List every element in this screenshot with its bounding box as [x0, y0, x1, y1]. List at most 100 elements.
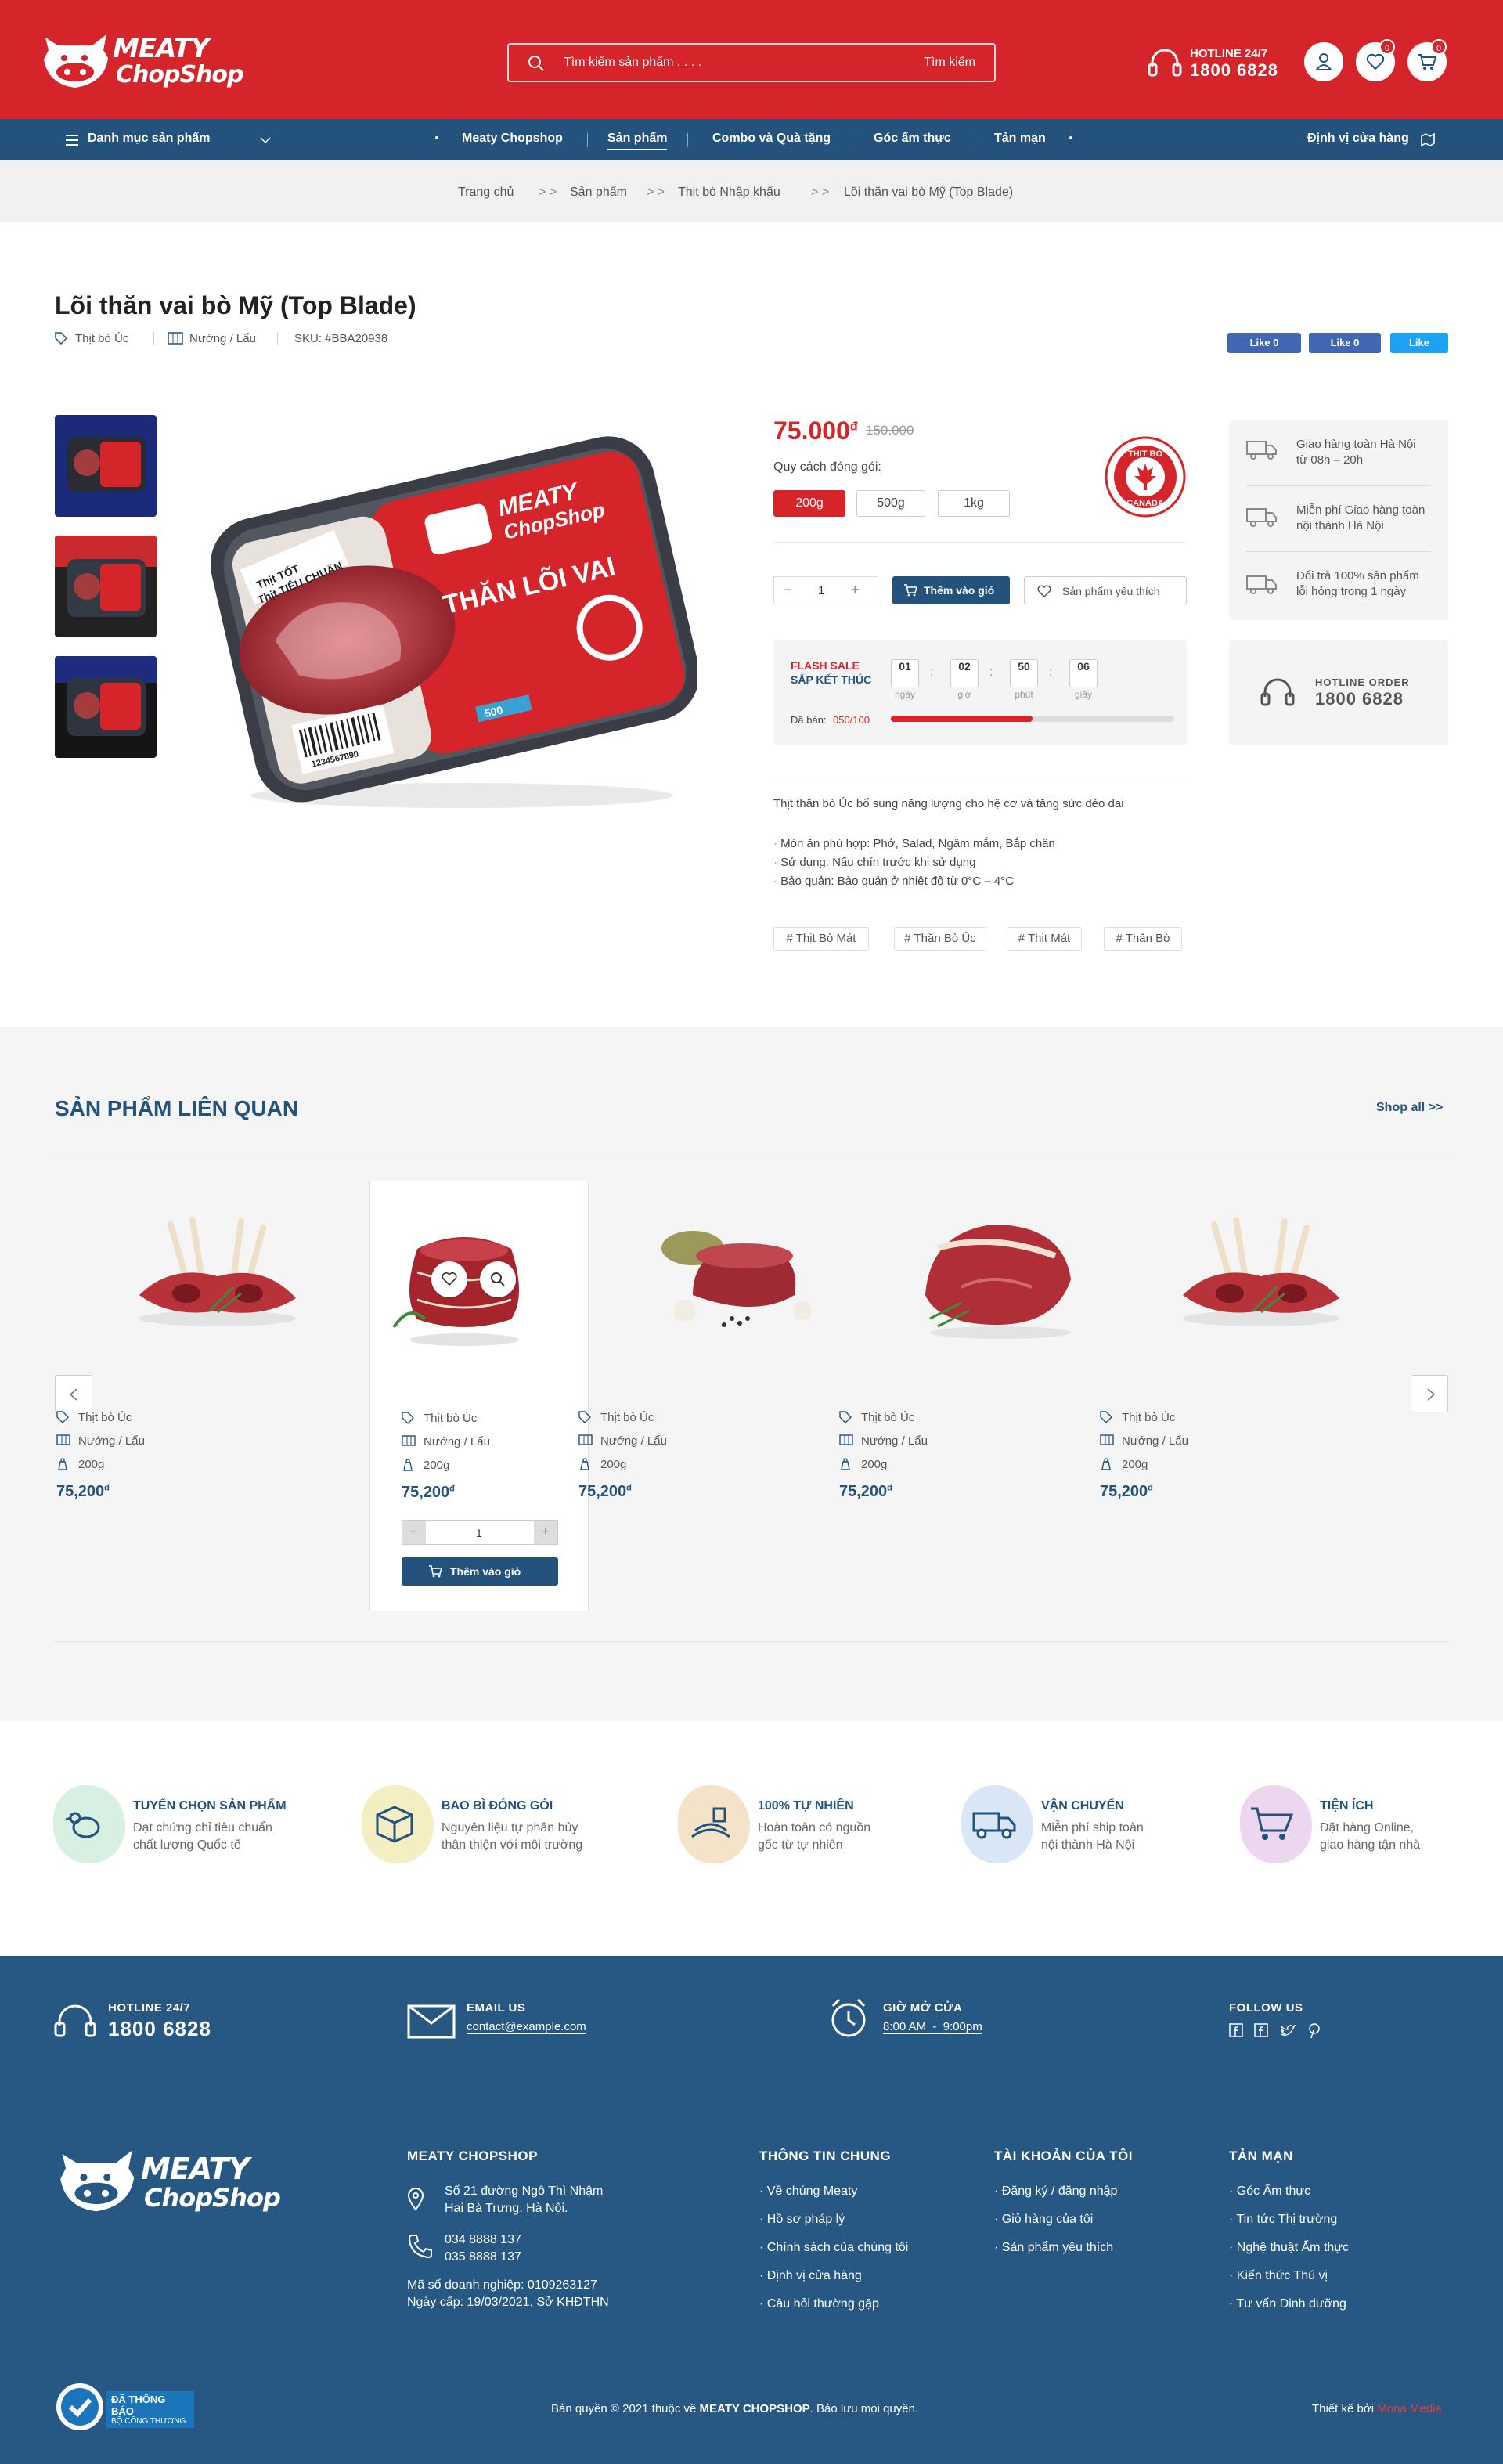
- flash-sale-box: FLASH SALE SẮP KẾT THÚC 01 ngày:02 giờ:5…: [773, 640, 1187, 745]
- ministry-badge[interactable]: ĐÃ THÔNG BÁO BỘ CÔNG THƯƠNG: [53, 2380, 194, 2433]
- footer-logo-text-top: MEATY: [141, 2152, 250, 2186]
- shop-all-link[interactable]: Shop all >>: [1376, 1101, 1443, 1115]
- badge-line2: BỘ CÔNG THƯƠNG: [111, 2417, 186, 2426]
- nav-item-cuisine[interactable]: Góc ẩm thực: [874, 132, 951, 146]
- qty-plus-button[interactable]: +: [851, 582, 860, 598]
- nav-item-meaty[interactable]: Meaty Chopshop: [462, 132, 563, 146]
- product-tag[interactable]: # Thăn Bò: [1104, 927, 1182, 951]
- breadcrumb-products[interactable]: Sản phẩm: [570, 186, 627, 200]
- product-card[interactable]: Thịt bò Úc Nướng / Lẩu 200g 75,200đ − 1 …: [369, 1181, 589, 1611]
- product-usage[interactable]: Nướng / Lẩu: [189, 332, 256, 345]
- breadcrumb-category[interactable]: Thịt bò Nhập khẩu: [678, 186, 780, 200]
- product-card-image[interactable]: [906, 1201, 1094, 1342]
- facebook-like-button[interactable]: Like 0: [1227, 333, 1301, 353]
- facebook-share-button[interactable]: Like 0: [1309, 333, 1381, 353]
- designer-link[interactable]: Mona Media: [1377, 2402, 1442, 2415]
- product-thumbnail[interactable]: [55, 415, 157, 517]
- feature-desc: Đạt chứng chỉ tiêu chuẩn chất lượng Quốc …: [133, 1820, 272, 1854]
- product-origin[interactable]: Thịt bò Úc: [75, 332, 128, 345]
- footer-link[interactable]: · Về chúng Meaty: [759, 2184, 857, 2199]
- footer-link[interactable]: · Đăng ký / đăng nhập: [994, 2184, 1117, 2199]
- product-card-image[interactable]: [1167, 1201, 1355, 1334]
- pack-option-500g[interactable]: 500g: [856, 490, 925, 517]
- footer-hotline[interactable]: 1800 6828: [108, 2017, 211, 2041]
- category-menu[interactable]: Danh mục sản phẩm: [88, 132, 210, 146]
- product-card[interactable]: Thịt bò Úc Nướng / Lẩu 200g 75,200đ: [56, 1181, 327, 1611]
- nav-item-combo[interactable]: Combo và Quà tặng: [712, 132, 831, 146]
- store-locator-link[interactable]: Định vị cửa hàng: [1307, 132, 1409, 146]
- footer-link[interactable]: · Góc Ẩm thực: [1229, 2184, 1310, 2199]
- product-thumbnail[interactable]: [55, 656, 157, 758]
- search-bar[interactable]: Tìm kiếm sản phẩm . . . . Tìm kiếm: [507, 43, 996, 82]
- product-tag[interactable]: # Thịt Bò Mát: [773, 927, 869, 951]
- footer-link[interactable]: · Câu hỏi thường gặp: [759, 2297, 879, 2311]
- product-tag[interactable]: # Thăn Bò Úc: [894, 927, 986, 951]
- footer-link[interactable]: · Kiến thức Thú vị: [1229, 2269, 1328, 2283]
- add-to-cart-button[interactable]: Thêm vào giỏ: [892, 576, 1010, 604]
- hotline-order-box[interactable]: HOTLINE ORDER 1800 6828: [1229, 640, 1448, 745]
- footer-link[interactable]: · Tư vấn Dinh dưỡng: [1229, 2297, 1346, 2311]
- card-quantity-stepper[interactable]: − 1 +: [402, 1520, 558, 1545]
- footer-link[interactable]: · Sản phẩm yêu thích: [994, 2241, 1113, 2255]
- qty-value[interactable]: 1: [818, 584, 824, 597]
- logo-text-bottom: ChopShop: [116, 61, 244, 88]
- footer-phone2[interactable]: 035 8888 137: [445, 2250, 521, 2264]
- site-logo[interactable]: MEATY ChopShop: [38, 22, 244, 97]
- quick-view-button[interactable]: [480, 1261, 516, 1297]
- carousel-prev-button[interactable]: [55, 1375, 92, 1412]
- product-thumbnail[interactable]: [55, 536, 157, 637]
- pinterest-icon[interactable]: [1307, 2023, 1321, 2039]
- product-card-image[interactable]: [124, 1201, 312, 1334]
- product-card[interactable]: Thịt bò Úc Nướng / Lẩu 200g 75,200đ: [839, 1181, 1110, 1611]
- facebook-page-icon[interactable]: [1254, 2023, 1268, 2037]
- product-card-image[interactable]: [646, 1201, 834, 1342]
- twitter-icon[interactable]: [1279, 2023, 1296, 2037]
- footer-link-text: Chính sách của chúng tôi: [766, 2241, 909, 2254]
- footer-link[interactable]: · Giỏ hàng của tôi: [994, 2213, 1093, 2227]
- card-add-to-cart-button[interactable]: Thêm vào giỏ: [402, 1557, 558, 1586]
- add-to-wishlist-button[interactable]: Sản phẩm yêu thích: [1024, 576, 1187, 604]
- product-main-image[interactable]: Thịt TỐT Thịt TIÊU CHUẨN MEATY ChopShop …: [211, 428, 697, 811]
- search-button[interactable]: Tìm kiếm: [924, 56, 975, 70]
- nav-item-products[interactable]: Sản phẩm: [607, 132, 668, 150]
- search-input[interactable]: Tìm kiếm sản phẩm . . . .: [564, 56, 701, 70]
- footer-link[interactable]: · Định vị cửa hàng: [759, 2269, 862, 2283]
- product-tag[interactable]: # Thịt Mát: [1007, 927, 1082, 951]
- quantity-stepper[interactable]: − 1 +: [773, 576, 878, 604]
- grill-icon: [56, 1434, 70, 1445]
- badge-text-bottom: CANADA: [1126, 499, 1164, 508]
- footer-link[interactable]: · Tin tức Thị trường: [1229, 2213, 1337, 2227]
- facebook-icon[interactable]: [1229, 2023, 1243, 2037]
- service-line: Giao hàng toàn Hà Nội: [1296, 438, 1416, 451]
- chevron-down-icon[interactable]: [260, 136, 271, 144]
- header-hotline[interactable]: HOTLINE 24/7 1800 6828: [1190, 47, 1278, 81]
- card-qty-value[interactable]: 1: [476, 1527, 482, 1539]
- footer-logo-text-bottom: ChopShop: [144, 2183, 281, 2213]
- card-weight: 200g: [78, 1458, 105, 1471]
- card-qty-plus[interactable]: +: [534, 1521, 557, 1544]
- footer-logo[interactable]: MEATY ChopShop: [53, 2136, 281, 2222]
- account-button[interactable]: [1304, 42, 1343, 81]
- nav-item-blog[interactable]: Tản mạn: [994, 132, 1046, 146]
- pack-option-1kg[interactable]: 1kg: [938, 490, 1010, 517]
- quick-wishlist-button[interactable]: [431, 1261, 467, 1297]
- footer-link-text: Tư vấn Dinh dưỡng: [1236, 2297, 1346, 2311]
- footer-link[interactable]: · Nghệ thuật Ẩm thực: [1229, 2241, 1349, 2255]
- product-card[interactable]: Thịt bò Úc Nướng / Lẩu 200g 75,200đ: [1100, 1181, 1371, 1611]
- twitter-like-button[interactable]: Like: [1390, 333, 1448, 353]
- card-origin: Thịt bò Úc: [1122, 1411, 1176, 1424]
- feature-desc-line: gốc từ tự nhiên: [758, 1838, 843, 1852]
- feature-desc: Hoàn toàn có nguồn gốc từ tự nhiên: [758, 1820, 870, 1854]
- footer-link[interactable]: · Chính sách của chúng tôi: [759, 2241, 908, 2255]
- breadcrumb-home[interactable]: Trang chủ: [458, 186, 514, 200]
- card-qty-minus[interactable]: −: [402, 1521, 426, 1544]
- footer-email[interactable]: contact@example.com: [467, 2020, 586, 2034]
- pack-option-200g[interactable]: 200g: [773, 490, 845, 517]
- qty-minus-button[interactable]: −: [784, 582, 792, 598]
- footer-link[interactable]: · Hồ sơ pháp lý: [759, 2213, 845, 2227]
- copyright-brand: MEATY CHOPSHOP: [699, 2402, 810, 2415]
- carousel-next-button[interactable]: [1411, 1375, 1448, 1412]
- footer-phone1[interactable]: 034 8888 137: [445, 2233, 521, 2247]
- product-card[interactable]: Thịt bò Úc Nướng / Lẩu 200g 75,200đ: [578, 1181, 849, 1611]
- pack-label: Quy cách đóng gói:: [773, 460, 881, 474]
